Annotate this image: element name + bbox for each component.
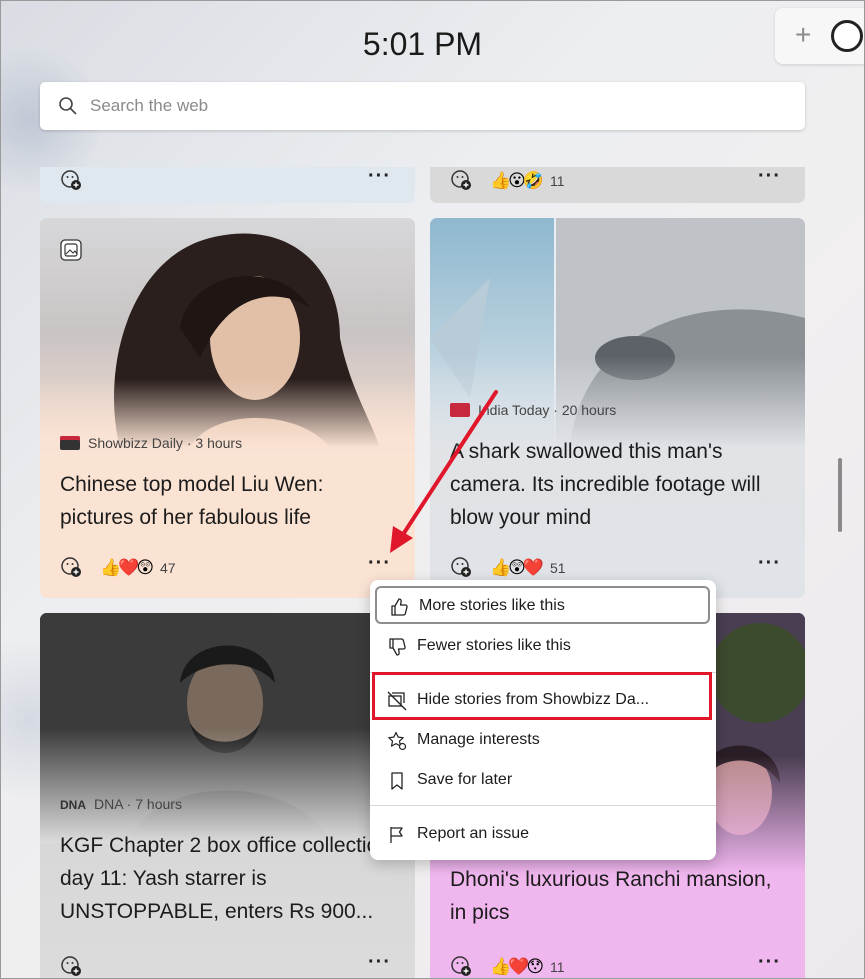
news-card-partial[interactable]: 👍😮🤣 11 ··· (430, 167, 805, 203)
scrollbar-thumb[interactable] (838, 458, 842, 532)
card-source: DNA DNA · 7 hours (60, 796, 182, 812)
reaction-count: 11 (550, 959, 565, 975)
more-options-icon[interactable]: ··· (368, 951, 391, 974)
news-card-shark[interactable]: India Today · 20 hours A shark swallowed… (430, 218, 805, 598)
context-menu: More stories like this Fewer stories lik… (370, 580, 716, 860)
card-title[interactable]: Dhoni's luxurious Ranchi mansion, in pic… (450, 863, 785, 929)
card-title[interactable]: A shark swallowed this man's camera. Its… (450, 435, 785, 534)
card-footer: 👍❤️😲 47 ··· (60, 552, 395, 580)
news-card-kgf[interactable]: DNA DNA · 7 hours KGF Chapter 2 box offic… (40, 613, 415, 979)
search-box[interactable]: Search the web (40, 82, 805, 130)
add-reaction-icon[interactable] (450, 169, 472, 191)
card-title[interactable]: Chinese top model Liu Wen: pictures of h… (60, 468, 395, 534)
more-options-icon[interactable]: ··· (368, 167, 391, 188)
add-reaction-icon[interactable] (450, 556, 472, 578)
showbizz-logo (60, 436, 80, 450)
search-icon (59, 97, 77, 115)
reaction-count: 47 (160, 560, 176, 576)
menu-item-fewer-stories[interactable]: Fewer stories like this (375, 628, 710, 666)
reaction-count: 11 (550, 173, 565, 189)
card-title[interactable]: KGF Chapter 2 box office collection day … (60, 829, 395, 928)
reaction-emojis: 👍😮🤣 (490, 171, 544, 190)
thumbs-up-icon (391, 598, 408, 616)
india-today-logo (450, 403, 470, 417)
card-source: Showbizz Daily · 3 hours (60, 435, 242, 451)
card-footer: 👍❤️😯 11 ··· (450, 951, 785, 979)
more-options-icon[interactable]: ··· (758, 951, 781, 974)
more-options-icon[interactable]: ··· (758, 167, 781, 188)
news-card-liu-wen[interactable]: Showbizz Daily · 3 hours Chinese top mod… (40, 218, 415, 598)
card-source: India Today · 20 hours (450, 402, 616, 418)
clock: 5:01 PM (362, 26, 483, 62)
profile-avatar[interactable] (831, 20, 863, 52)
card-footer: 👍😲❤️ 51 ··· (450, 552, 785, 580)
menu-item-report-issue[interactable]: Report an issue (375, 816, 710, 854)
reaction-emojis: 👍😲❤️ (490, 558, 544, 577)
flag-icon (390, 827, 403, 843)
bookmark-icon (391, 772, 403, 790)
reaction-count: 51 (550, 560, 566, 576)
add-reaction-icon[interactable] (450, 955, 472, 977)
menu-item-more-stories[interactable]: More stories like this (375, 586, 710, 624)
thumbs-down-icon (389, 638, 406, 656)
gallery-icon (60, 239, 82, 261)
add-reaction-icon[interactable] (60, 556, 82, 578)
photo-thumbnail (40, 218, 415, 448)
menu-separator (370, 805, 716, 806)
search-input[interactable]: Search the web (90, 96, 208, 116)
news-card-partial[interactable]: ··· (40, 167, 415, 203)
menu-item-save-for-later[interactable]: Save for later (375, 762, 710, 800)
add-reaction-icon[interactable] (60, 169, 82, 191)
card-footer: ··· (60, 167, 395, 193)
reaction-emojis: 👍❤️😯 (490, 957, 544, 976)
add-reaction-icon[interactable] (60, 955, 82, 977)
add-widget-icon[interactable]: + (795, 20, 811, 50)
menu-item-manage-interests[interactable]: Manage interests (375, 722, 710, 760)
card-footer: ··· (60, 951, 395, 979)
more-options-icon[interactable]: ··· (368, 552, 391, 575)
reaction-emojis: 👍❤️😲 (100, 558, 154, 577)
more-options-icon[interactable]: ··· (758, 552, 781, 575)
top-controls: + (775, 8, 865, 64)
dna-logo: DNA (60, 798, 86, 812)
card-footer: 👍😮🤣 11 ··· (450, 167, 785, 193)
star-settings-icon (388, 731, 407, 751)
highlight-box (372, 672, 712, 720)
